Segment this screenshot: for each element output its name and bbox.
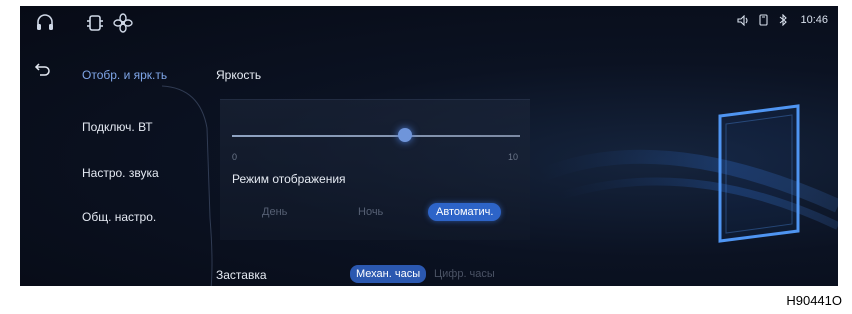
sidebar-item-display[interactable]: Отобр. и ярк.ть [82, 68, 167, 82]
screensaver-title: Заставка [216, 268, 267, 282]
status-bar: 10:46 [737, 14, 828, 26]
bluetooth-icon [778, 14, 790, 26]
fan-icon[interactable] [112, 12, 134, 34]
slider-max-label: 10 [508, 152, 519, 162]
screensaver-digital-button[interactable]: Цифр. часы [434, 268, 495, 280]
figure-label: H90441O [786, 293, 842, 308]
mode-day-button[interactable]: День [262, 206, 287, 218]
sidebar-item-general[interactable]: Общ. настро. [82, 210, 156, 224]
brightness-title: Яркость [216, 68, 262, 82]
brightness-slider-handle[interactable] [397, 128, 412, 142]
mode-night-button[interactable]: Ночь [358, 206, 383, 218]
volume-icon [737, 14, 749, 26]
sidebar-item-sound[interactable]: Настро. звука [82, 166, 159, 180]
mode-auto-button[interactable]: Автоматич. [428, 203, 502, 221]
status-time: 10:46 [800, 14, 828, 26]
headphones-icon[interactable] [34, 12, 56, 34]
display-mode-title: Режим отображения [232, 172, 346, 186]
brightness-slider[interactable] [232, 135, 520, 137]
infotainment-screen: 10:46 Отобр. и ярк.ть Подключ. ВТ Настро… [20, 6, 838, 286]
display-illustration [540, 104, 838, 243]
car-settings-icon[interactable] [84, 12, 106, 34]
sidebar-item-bluetooth[interactable]: Подключ. ВТ [82, 120, 153, 134]
top-bar: 10:46 [20, 6, 838, 40]
slider-min-label: 0 [232, 152, 238, 162]
screensaver-mechanical-button[interactable]: Механ. часы [350, 265, 427, 283]
brightness-panel: 0 10 Режим отображения День Ночь Автомат… [220, 99, 530, 240]
phone-icon [759, 14, 769, 26]
back-arrow-icon[interactable] [34, 62, 52, 78]
